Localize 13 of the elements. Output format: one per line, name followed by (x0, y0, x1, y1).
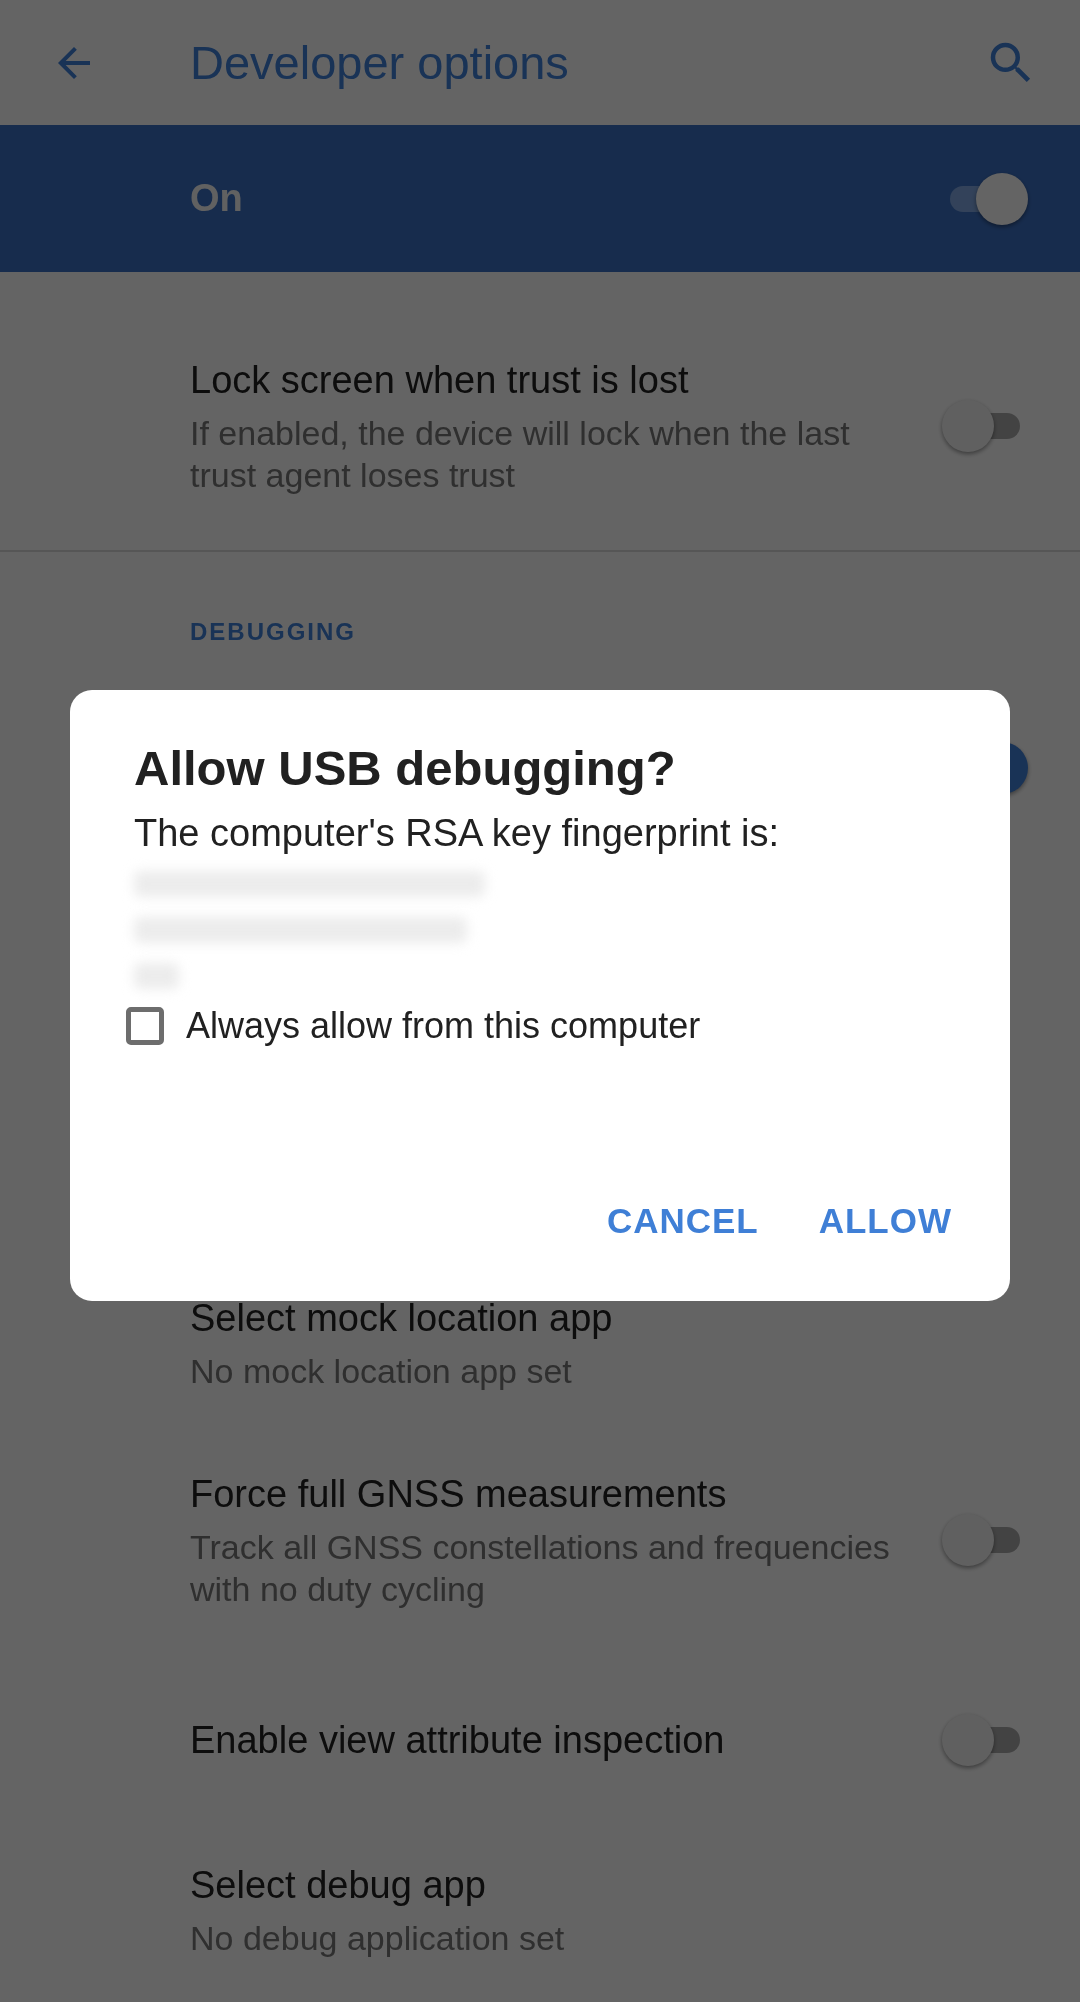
dialog-title: Allow USB debugging? (134, 740, 677, 796)
allow-button[interactable]: ALLOW (804, 1191, 966, 1251)
dialog-message: The computer's RSA key fingerprint is: (134, 812, 781, 855)
cancel-button[interactable]: CANCEL (592, 1191, 773, 1251)
checkbox[interactable] (126, 1007, 164, 1045)
switch-label: On (190, 177, 243, 220)
setting-title[interactable]: Force full GNSS measurements (190, 1470, 892, 1518)
section-header: DEBUGGING (190, 618, 356, 646)
setting-title[interactable]: Select debug app (190, 1861, 978, 1909)
screen-title: Developer options (190, 35, 570, 90)
setting-title[interactable]: Lock screen when trust is lost (190, 356, 892, 404)
setting-title[interactable]: Enable view attribute inspection (190, 1716, 892, 1764)
checkbox-label: Always allow from this computer (186, 1005, 701, 1047)
